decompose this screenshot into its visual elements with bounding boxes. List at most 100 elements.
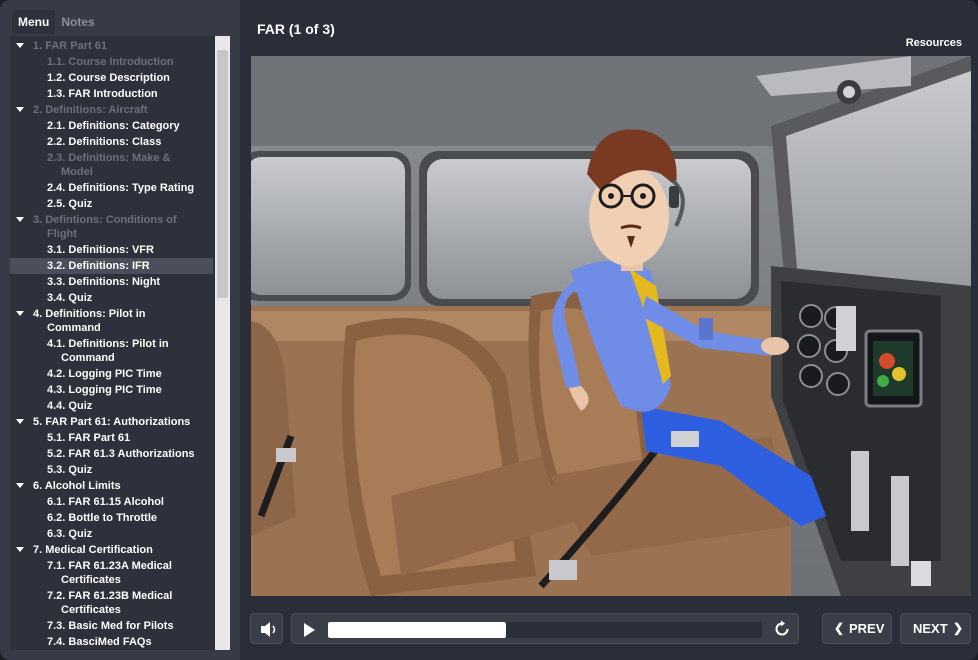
outline-item[interactable]: 3.2. Definitions: IFR — [10, 258, 213, 274]
menu-scrollbar-thumb[interactable] — [217, 50, 228, 298]
outline-label-continued: Command — [47, 322, 101, 334]
outline-item[interactable]: 4.4. Quiz — [10, 398, 213, 414]
playback-bar — [291, 613, 799, 644]
replay-icon[interactable] — [773, 620, 791, 638]
outline-section[interactable]: 7. Medical Certification — [10, 542, 213, 558]
outline-item[interactable]: 2.1. Definitions: Category — [10, 118, 213, 134]
prev-button[interactable]: ❮ PREV — [822, 613, 892, 644]
caret-down-icon[interactable] — [16, 547, 24, 552]
outline-item[interactable]: 2.2. Definitions: Class — [10, 134, 213, 150]
outline-number: 5. — [33, 416, 43, 428]
volume-button[interactable] — [250, 613, 283, 644]
outline-item[interactable]: 5.3. Quiz — [10, 462, 213, 478]
outline-label-continued: Flight — [47, 228, 77, 240]
tab-menu[interactable]: Menu — [12, 10, 56, 34]
caret-down-icon[interactable] — [16, 483, 24, 488]
outline-item[interactable]: 3.3. Definitions: Night — [10, 274, 213, 290]
outline-item[interactable]: 2.4. Definitions: Type Rating — [10, 180, 213, 196]
outline-number: 1. — [33, 40, 43, 52]
outline-item[interactable]: 5.1. FAR Part 61 — [10, 430, 213, 446]
menu-panel: 1. FAR Part 61 1.1. Course Introduction 1.… — [10, 36, 230, 650]
slide-title: FAR (1 of 3) — [257, 21, 335, 37]
outline-item[interactable]: 6.1. FAR 61.15 Alcohol — [10, 494, 213, 510]
outline-number: 5.2. — [47, 448, 66, 460]
outline-item[interactable]: 4.3. Logging PIC Time — [10, 382, 213, 398]
outline-item[interactable]: 2.3. Definitions: Make & Model — [10, 150, 213, 180]
outline-label: Definitions: Type Rating — [68, 182, 195, 194]
outline-label: Quiz — [68, 400, 93, 412]
progress-track[interactable] — [328, 622, 762, 638]
outline-label: Logging PIC Time — [68, 368, 162, 380]
outline-list: 1. FAR Part 61 1.1. Course Introduction 1.… — [10, 36, 213, 650]
outline-number: 3.2. — [47, 260, 66, 272]
outline-label: Medical Certification — [45, 544, 153, 556]
next-button[interactable]: NEXT ❯ — [900, 613, 971, 644]
outline-label: Definitions: Pilot in — [45, 308, 146, 320]
outline-item[interactable]: 1.3. FAR Introduction — [10, 86, 213, 102]
outline-label: Quiz — [68, 464, 93, 476]
caret-down-icon[interactable] — [16, 107, 24, 112]
outline-label: FAR Introduction — [68, 88, 158, 100]
outline-label: Defintions: Conditions of — [45, 214, 177, 226]
resources-link[interactable]: Resources — [906, 37, 962, 49]
video-stage[interactable] — [251, 56, 971, 596]
outline-label: Bottle to Throttle — [68, 512, 158, 524]
outline-label: FAR 61.23A Medical — [68, 560, 172, 572]
speaker-icon — [261, 622, 276, 637]
outline-section[interactable]: 1. FAR Part 61 — [10, 38, 213, 54]
outline-label: Definitions: Class — [68, 136, 162, 148]
outline-section[interactable]: 5. FAR Part 61: Authorizations — [10, 414, 213, 430]
outline-number: 2. — [33, 104, 43, 116]
menu-scrollbar[interactable] — [215, 36, 230, 650]
outline-item[interactable]: 6.2. Bottle to Throttle — [10, 510, 213, 526]
caret-down-icon[interactable] — [16, 217, 24, 222]
outline-label: FAR 61.3 Authorizations — [68, 448, 195, 460]
outline-label: Definitions: Category — [68, 120, 180, 132]
outline-item[interactable]: 2.5. Quiz — [10, 196, 213, 212]
outline-item[interactable]: 4.2. Logging PIC Time — [10, 366, 213, 382]
caret-down-icon[interactable] — [16, 419, 24, 424]
outline-section[interactable]: 3. Defintions: Conditions of Flight — [10, 212, 213, 242]
outline-label: FAR 61.15 Alcohol — [68, 496, 164, 508]
outline-item[interactable]: 3.4. Quiz — [10, 290, 213, 306]
outline-label-continued: Command — [61, 352, 115, 364]
play-icon[interactable] — [304, 623, 315, 637]
outline-item[interactable]: 3.1. Definitions: VFR — [10, 242, 213, 258]
outline-section[interactable]: 2. Definitions: Aircraft — [10, 102, 213, 118]
outline-number: 1.1. — [47, 56, 66, 68]
outline-number: 6.2. — [47, 512, 66, 524]
outline-label: Definitions: VFR — [68, 244, 154, 256]
outline-number: 7. — [33, 544, 43, 556]
outline-item[interactable]: 7.1. FAR 61.23A Medical Certificates — [10, 558, 213, 588]
next-label: NEXT — [913, 621, 948, 636]
outline-item[interactable]: 6.3. Quiz — [10, 526, 213, 542]
outline-item[interactable]: 7.2. FAR 61.23B Medical Certificates — [10, 588, 213, 618]
outline-label: Course Introduction — [68, 56, 174, 68]
outline-label: Alcohol Limits — [44, 480, 121, 492]
outline-item[interactable]: 4.1. Definitions: Pilot in Command — [10, 336, 213, 366]
outline-label: Definitions: Pilot in — [68, 338, 169, 350]
outline-number: 2.4. — [47, 182, 66, 194]
outline-item[interactable]: 1.1. Course Introduction — [10, 54, 213, 70]
outline-number: 6.1. — [47, 496, 66, 508]
outline-item[interactable]: 5.2. FAR 61.3 Authorizations — [10, 446, 213, 462]
outline-label: FAR Part 61 — [45, 40, 107, 52]
outline-section[interactable]: 6. Alcohol Limits — [10, 478, 213, 494]
outline-section[interactable]: 4. Definitions: Pilot in Command — [10, 306, 213, 336]
outline-item[interactable]: 7.4. BasciMed FAQs — [10, 634, 213, 650]
caret-down-icon[interactable] — [16, 311, 24, 316]
outline-number: 7.1. — [47, 560, 66, 572]
outline-number: 5.3. — [47, 464, 66, 476]
outline-number: 7.3. — [47, 620, 66, 632]
outline-number: 4. — [33, 308, 43, 320]
outline-number: 2.1. — [47, 120, 66, 132]
outline-number: 2.2. — [47, 136, 66, 148]
outline-number: 5.1. — [47, 432, 66, 444]
caret-down-icon[interactable] — [16, 43, 24, 48]
prev-label: PREV — [849, 621, 885, 636]
outline-label: Quiz — [68, 292, 93, 304]
tab-notes[interactable]: Notes — [55, 10, 100, 34]
app-window: Menu Notes 1. FAR Part 61 1.1. Course Int… — [0, 0, 978, 660]
outline-item[interactable]: 1.2. Course Description — [10, 70, 213, 86]
outline-item[interactable]: 7.3. Basic Med for Pilots — [10, 618, 213, 634]
